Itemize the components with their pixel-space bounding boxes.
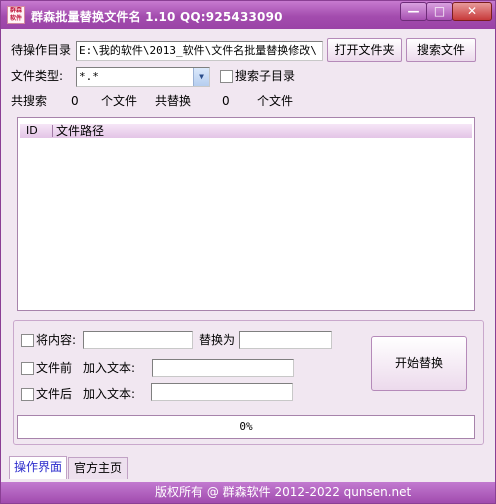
file-type-label: 文件类型: xyxy=(11,69,64,83)
column-separator xyxy=(52,125,53,137)
replace-with-label: 替换为 xyxy=(199,333,236,347)
replace-content-label: 将内容: xyxy=(36,333,77,347)
progress-text: 0% xyxy=(239,420,253,433)
tab-main[interactable]: 操作界面 xyxy=(9,456,67,479)
file-type-value: *.* xyxy=(79,70,99,83)
prefix-label: 文件前 xyxy=(36,361,73,375)
subdir-checkbox[interactable] xyxy=(220,70,233,83)
subdir-label: 搜索子目录 xyxy=(235,69,296,83)
replace-total-unit: 个文件 xyxy=(257,94,294,108)
open-folder-button[interactable]: 打开文件夹 xyxy=(327,38,402,62)
prefix-text-input[interactable] xyxy=(152,359,294,377)
file-list[interactable]: ID 文件路径 xyxy=(17,117,475,311)
replace-with-input[interactable] xyxy=(239,331,332,349)
chevron-down-icon[interactable]: ▼ xyxy=(193,68,209,86)
app-logo-icon: 群森软件 xyxy=(7,6,25,24)
dir-label: 待操作目录 xyxy=(11,43,72,57)
suffix-checkbox[interactable] xyxy=(21,388,34,401)
app-window: 群森软件 群森批量替换文件名 1.10 QQ:925433090 — □ ✕ 待… xyxy=(0,0,496,504)
search-total-value: 0 xyxy=(71,94,79,108)
status-bar: 版权所有 @ 群森软件 2012-2022 qunsen.net xyxy=(1,482,495,503)
start-replace-button[interactable]: 开始替换 xyxy=(371,336,467,391)
list-header: ID 文件路径 xyxy=(20,124,472,138)
file-type-combo[interactable]: *.* ▼ xyxy=(76,67,210,87)
suffix-text-input[interactable] xyxy=(151,383,293,401)
search-files-button[interactable]: 搜索文件 xyxy=(406,38,476,62)
tab-homepage[interactable]: 官方主页 xyxy=(68,457,128,479)
prefix-add-label: 加入文本: xyxy=(83,361,136,375)
progress-bar: 0% xyxy=(17,415,475,439)
search-total-unit: 个文件 xyxy=(101,94,138,108)
column-id-header[interactable]: ID xyxy=(26,124,38,138)
replace-total-label: 共替换 xyxy=(155,94,192,108)
dir-input[interactable]: E:\我的软件\2013_软件\文件名批量替换修改\ xyxy=(76,41,323,61)
minimize-button[interactable]: — xyxy=(400,2,427,21)
replace-content-input[interactable] xyxy=(83,331,193,349)
column-path-header[interactable]: 文件路径 xyxy=(56,124,104,138)
window-title: 群森批量替换文件名 1.10 QQ:925433090 xyxy=(31,10,283,24)
maximize-button[interactable]: □ xyxy=(426,2,453,21)
title-bar[interactable]: 群森软件 群森批量替换文件名 1.10 QQ:925433090 — □ ✕ xyxy=(1,1,495,29)
search-total-label: 共搜索 xyxy=(11,94,48,108)
close-button[interactable]: ✕ xyxy=(452,2,492,21)
copyright-text: 版权所有 @ 群森软件 2012-2022 qunsen.net xyxy=(155,485,412,499)
prefix-checkbox[interactable] xyxy=(21,362,34,375)
suffix-add-label: 加入文本: xyxy=(83,387,136,401)
replace-total-value: 0 xyxy=(222,94,230,108)
suffix-label: 文件后 xyxy=(36,387,73,401)
replace-content-checkbox[interactable] xyxy=(21,334,34,347)
